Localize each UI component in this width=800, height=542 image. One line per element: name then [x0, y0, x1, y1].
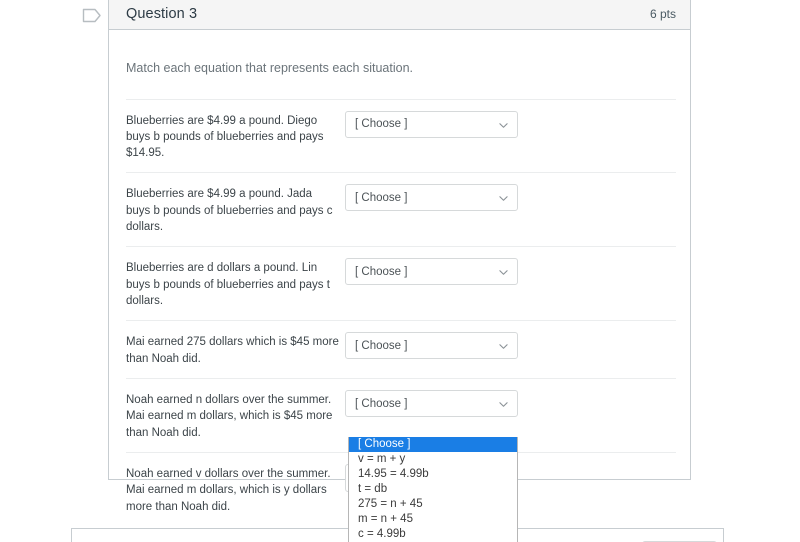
match-row: Mai earned 275 dollars which is $45 more… — [126, 320, 676, 378]
match-row-select-wrap: [ Choose ] — [345, 332, 518, 360]
match-row-text: Mai earned 275 dollars which is $45 more… — [126, 336, 339, 365]
chevron-down-icon — [499, 400, 508, 409]
chevron-down-icon — [499, 342, 508, 351]
flag-outline-icon[interactable] — [82, 7, 102, 24]
page-root: Question 3 6 pts Match each equation tha… — [0, 0, 800, 542]
dropdown-options-list[interactable]: [ Choose ] v = m + y 14.95 = 4.99b t = d… — [348, 437, 518, 542]
match-row: Blueberries are $4.99 a pound. Diego buy… — [126, 98, 676, 173]
match-select-3-value: [ Choose ] — [355, 339, 408, 352]
question-header: Question 3 6 pts — [109, 0, 690, 30]
page-title: Question 3 — [126, 6, 198, 22]
question-prompt: Match each equation that represents each… — [126, 61, 413, 75]
match-row-select-wrap: [ Choose ] — [345, 184, 518, 212]
dropdown-option-4[interactable]: 275 = n + 45 — [349, 497, 517, 512]
match-row-text: Noah earned v dollars over the summer. M… — [126, 468, 331, 513]
match-select-2-value: [ Choose ] — [355, 265, 408, 278]
dropdown-option-2[interactable]: 14.95 = 4.99b — [349, 467, 517, 482]
question-points: 6 pts — [649, 7, 676, 21]
chevron-down-icon — [499, 121, 508, 130]
match-select-1-value: [ Choose ] — [355, 191, 408, 204]
match-select-4-value: [ Choose ] — [355, 397, 408, 410]
match-select-1[interactable]: [ Choose ] — [345, 184, 518, 212]
dropdown-option-5[interactable]: m = n + 45 — [349, 512, 517, 527]
match-row: Blueberries are d dollars a pound. Lin b… — [126, 246, 676, 320]
match-select-0[interactable]: [ Choose ] — [345, 110, 518, 138]
dropdown-option-3[interactable]: t = db — [349, 482, 517, 497]
match-select-4[interactable]: [ Choose ] — [345, 390, 518, 418]
match-row-select-wrap: [ Choose ] — [345, 258, 518, 286]
match-select-0-value: [ Choose ] — [355, 118, 408, 130]
match-row-text: Blueberries are d dollars a pound. Lin b… — [126, 262, 330, 308]
chevron-down-icon — [499, 194, 508, 203]
match-row-text: Blueberries are $4.99 a pound. Diego buy… — [126, 114, 324, 160]
match-row-text: Noah earned n dollars over the summer. M… — [126, 394, 333, 439]
match-select-2[interactable]: [ Choose ] — [345, 258, 518, 286]
dropdown-option-1[interactable]: v = m + y — [349, 452, 517, 467]
dropdown-option-6[interactable]: c = 4.99b — [349, 527, 517, 542]
match-row-select-wrap: [ Choose ] — [345, 390, 518, 418]
dropdown-option-0[interactable]: [ Choose ] — [349, 437, 517, 452]
match-select-3[interactable]: [ Choose ] — [345, 332, 518, 360]
question-card: Question 3 6 pts Match each equation tha… — [108, 0, 691, 513]
match-row-text: Blueberries are $4.99 a pound. Jada buys… — [126, 188, 333, 234]
match-row-select-wrap: [ Choose ] — [345, 110, 518, 138]
match-row: Blueberries are $4.99 a pound. Jada buys… — [126, 172, 676, 246]
chevron-down-icon — [499, 268, 508, 277]
